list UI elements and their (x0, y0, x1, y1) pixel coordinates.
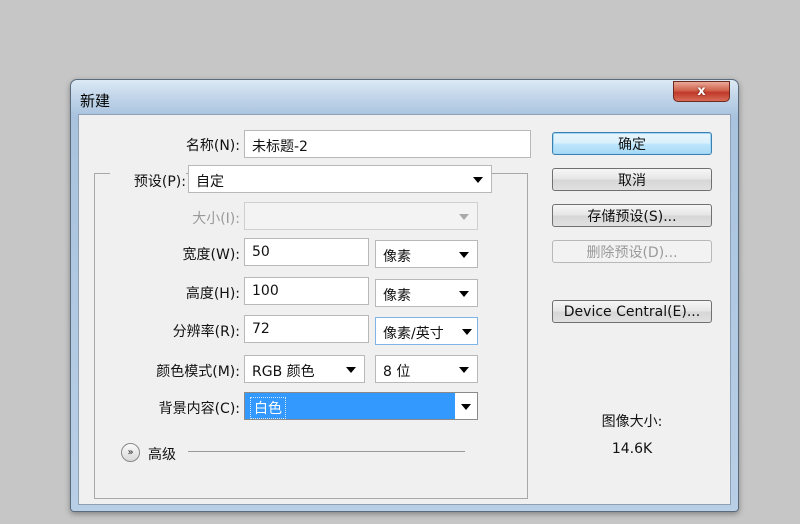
resolution-input[interactable]: 72 (244, 315, 369, 343)
chevron-down-icon (459, 291, 469, 297)
preset-label: 预设(P): (110, 171, 186, 191)
background-select[interactable]: 白色 (244, 392, 478, 420)
width-label: 宽度(W): (182, 247, 240, 263)
chevron-down-icon (346, 367, 356, 373)
chevron-down-icon (459, 214, 469, 220)
close-icon: x (697, 84, 706, 99)
preset-value: 自定 (196, 174, 224, 190)
height-unit-value: 像素 (383, 288, 411, 304)
height-label: 高度(H): (185, 286, 240, 302)
expand-advanced-icon[interactable]: » (121, 443, 140, 462)
bit-depth-select[interactable]: 8 位 (375, 355, 478, 383)
width-unit-value: 像素 (383, 249, 411, 265)
preset-select[interactable]: 自定 (188, 165, 492, 193)
size-label: 大小(I): (192, 211, 240, 227)
bit-depth-value: 8 位 (383, 364, 411, 380)
advanced-label[interactable]: 高级 (148, 444, 176, 464)
chevron-down-icon (459, 252, 469, 258)
save-preset-button[interactable]: 存储预设(S)... (552, 204, 712, 227)
chevron-down-icon (459, 367, 469, 373)
resolution-unit-value: 像素/英寸 (383, 326, 444, 342)
resolution-label: 分辨率(R): (172, 324, 240, 340)
height-input[interactable]: 100 (244, 277, 369, 305)
height-unit-select[interactable]: 像素 (375, 279, 478, 307)
color-mode-value: RGB 颜色 (252, 364, 315, 380)
device-central-button[interactable]: Device Central(E)... (552, 300, 712, 323)
resolution-unit-select[interactable]: 像素/英寸 (375, 317, 478, 345)
delete-preset-button[interactable]: 删除预设(D)... (552, 240, 712, 263)
advanced-divider (188, 451, 465, 452)
name-input[interactable]: 未标题-2 (244, 130, 531, 158)
width-input[interactable]: 50 (244, 238, 369, 266)
chevron-down-icon (473, 177, 483, 183)
dialog-title: 新建 (80, 92, 111, 110)
background-value: 白色 (250, 397, 286, 419)
background-label: 背景内容(C): (158, 401, 240, 417)
image-size-value: 14.6K (611, 441, 653, 457)
color-mode-label: 颜色模式(M): (156, 364, 240, 380)
dropdown-arrow-box (455, 393, 477, 419)
color-mode-select[interactable]: RGB 颜色 (244, 355, 365, 383)
cancel-button[interactable]: 取消 (552, 168, 712, 191)
name-label: 名称(N): (185, 138, 240, 154)
size-select[interactable] (244, 202, 478, 230)
chevron-down-icon (462, 329, 472, 335)
chevron-down-icon (461, 404, 471, 410)
image-size-label: 图像大小: (601, 414, 663, 430)
width-unit-select[interactable]: 像素 (375, 240, 478, 268)
close-button[interactable]: x (673, 81, 730, 102)
title-bar[interactable]: 新建 x (71, 80, 738, 114)
ok-button[interactable]: 确定 (552, 132, 712, 155)
